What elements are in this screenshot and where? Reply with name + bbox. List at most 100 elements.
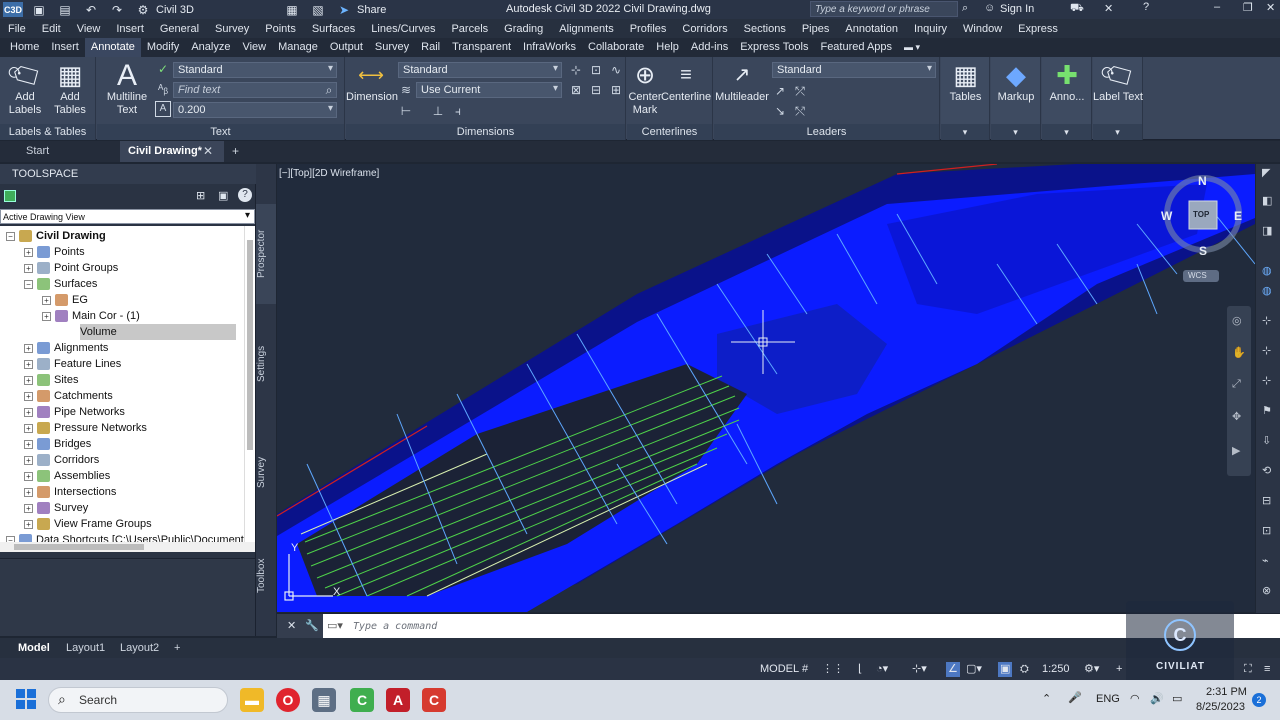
steering-wheel-icon[interactable]: ◎	[1232, 314, 1242, 327]
civil3d-alt-app-icon[interactable]: C	[422, 688, 446, 712]
search-icon[interactable]: ⌕	[962, 2, 968, 15]
tree-horizontal-scrollbar[interactable]	[0, 542, 255, 552]
polar-icon[interactable]: ◔▾	[876, 662, 888, 677]
drawing-viewport[interactable]: [−][Top][2D Wireframe] Y X N S W E TOP W…	[277, 164, 1255, 612]
help-search-input[interactable]: Type a keyword or phrase	[810, 1, 958, 17]
expand-toggle-icon[interactable]: +	[24, 487, 33, 497]
ribbon-tab[interactable]: Output	[324, 38, 369, 57]
ribbon-tab[interactable]: Add-ins	[685, 38, 734, 57]
expand-toggle-icon[interactable]: +	[24, 343, 33, 353]
grid-icon[interactable]: #	[802, 662, 808, 677]
clock-time[interactable]: 2:31 PM	[1206, 686, 1247, 698]
compass-east[interactable]: E	[1234, 209, 1242, 223]
tree-node[interactable]: Volume	[80, 324, 236, 340]
multileader-button[interactable]: ↗ Multileader	[714, 61, 770, 104]
workspace-gear-icon[interactable]: ⚙	[133, 2, 153, 17]
leader-tool-icon[interactable]: ⤱	[792, 83, 808, 99]
microphone-icon[interactable]: 🎤	[1068, 691, 1082, 704]
exchange-icon[interactable]: ✕	[1104, 2, 1113, 15]
menu-item[interactable]: Pipes	[794, 23, 838, 35]
tool-icon[interactable]: ⊹	[1262, 374, 1271, 387]
tool-icon[interactable]: ◤	[1262, 166, 1270, 179]
tool-icon[interactable]: ⇩	[1262, 434, 1271, 447]
expand-toggle-icon[interactable]: +	[24, 471, 33, 481]
snap-icon[interactable]: ⋮⋮	[822, 662, 844, 677]
notification-badge[interactable]: 2	[1252, 693, 1266, 707]
annotation-visibility-icon[interactable]: ⛭	[1020, 662, 1029, 677]
share-button[interactable]: Share	[357, 4, 386, 16]
tree-node[interactable]: − Data Shortcuts [C:\Users\Public\Documen…	[6, 532, 244, 542]
language-indicator[interactable]: ENG	[1096, 693, 1120, 705]
restore-icon[interactable]: ❐	[1243, 1, 1253, 14]
lineweight-icon[interactable]: ▢▾	[966, 662, 982, 677]
expand-toggle-icon[interactable]: +	[42, 295, 51, 305]
tab-toolbox[interactable]: Toolbox	[256, 526, 276, 626]
ribbon-toggle-icon[interactable]: ▬ ▾	[898, 38, 926, 57]
menu-item[interactable]: View	[69, 23, 109, 35]
menu-item[interactable]: Edit	[34, 23, 69, 35]
toolspace-view-select[interactable]: Active Drawing View	[0, 209, 255, 224]
tool-icon[interactable]: ⟲	[1262, 464, 1271, 477]
expand-toggle-icon[interactable]: −	[6, 231, 15, 241]
tool-icon[interactable]: ⊟	[1262, 494, 1271, 507]
layout1-tab[interactable]: Layout1	[58, 640, 113, 657]
ribbon-tab-active[interactable]: Annotate	[84, 38, 141, 57]
tree-node[interactable]: − Civil Drawing	[6, 228, 106, 244]
layout2-tab[interactable]: Layout2	[112, 640, 167, 657]
expand-toggle-icon[interactable]: +	[24, 407, 33, 417]
menu-item[interactable]: Points	[257, 23, 304, 35]
autocad-app-icon[interactable]: A	[386, 688, 410, 712]
ribbon-tab[interactable]: Transparent	[446, 38, 517, 57]
dim-tool-icon[interactable]: ⫞	[450, 103, 466, 119]
ribbon-tab[interactable]: Modify	[141, 38, 185, 57]
calculator-icon[interactable]: ▦	[312, 688, 336, 712]
ribbon-tab[interactable]: Manage	[272, 38, 324, 57]
share-icon[interactable]: ➤	[334, 2, 354, 17]
app-logo-icon[interactable]: C3D	[3, 2, 23, 17]
expand-toggle-icon[interactable]: +	[24, 519, 33, 529]
close-command-icon[interactable]: ✕	[287, 619, 296, 632]
pan-icon[interactable]: ✋	[1232, 346, 1246, 359]
tool-icon[interactable]: ⊹	[1262, 344, 1271, 357]
leader-tool-icon[interactable]: ↘	[772, 103, 788, 119]
model-tab[interactable]: Model	[10, 640, 58, 657]
close-icon[interactable]: ✕	[1266, 1, 1275, 14]
tab-prospector[interactable]: Prospector	[256, 204, 276, 304]
ribbon-tab[interactable]: View	[236, 38, 272, 57]
centerline-button[interactable]: ≡ Centerline	[661, 61, 711, 104]
tree-vertical-scrollbar[interactable]	[244, 226, 255, 542]
workspace-name[interactable]: Civil 3D	[156, 4, 276, 16]
expand-toggle-icon[interactable]: +	[24, 375, 33, 385]
tool-icon[interactable]: ◨	[1262, 224, 1272, 237]
tree-node[interactable]: − Surfaces	[24, 276, 97, 292]
ortho-icon[interactable]: ⌊	[858, 662, 862, 677]
menu-item[interactable]: Sections	[736, 23, 794, 35]
dim-tool-icon[interactable]: ⊟	[588, 82, 604, 98]
menu-item[interactable]: Survey	[207, 23, 257, 35]
tool-icon[interactable]: ◧	[1262, 194, 1272, 207]
expand-toggle-icon[interactable]: −	[24, 279, 33, 289]
compass-south[interactable]: S	[1199, 244, 1207, 258]
expand-toggle-icon[interactable]: +	[24, 423, 33, 433]
text-style-select[interactable]: Standard	[173, 62, 337, 78]
new-layout-plus-icon[interactable]: +	[166, 640, 188, 657]
expand-toggle-icon[interactable]: +	[42, 311, 51, 321]
opera-browser-icon[interactable]: O	[276, 688, 300, 712]
redo-icon[interactable]: ↷	[107, 2, 127, 17]
expand-toggle-icon[interactable]: +	[24, 391, 33, 401]
otrack-icon[interactable]: ∠	[946, 662, 960, 677]
tree-node[interactable]: + Intersections	[24, 484, 116, 500]
menu-item[interactable]: Grading	[496, 23, 551, 35]
expand-arrow-icon[interactable]: ▾	[941, 124, 989, 140]
leader-tool-icon[interactable]: ↗	[772, 83, 788, 99]
add-tables-button[interactable]: ▦ Add Tables	[48, 61, 92, 117]
menu-item[interactable]: Inquiry	[906, 23, 955, 35]
command-input[interactable]: Type a command	[353, 621, 437, 632]
tool-icon[interactable]: ⊹	[1262, 314, 1271, 327]
multiline-text-button[interactable]: A Multiline Text	[101, 60, 153, 117]
file-explorer-icon[interactable]: ▬	[240, 688, 264, 712]
windows-start-icon[interactable]	[16, 689, 36, 709]
dimensions-panel-title[interactable]: Dimensions	[346, 124, 625, 140]
menu-item[interactable]: Corridors	[674, 23, 735, 35]
anno-button[interactable]: ✚ Anno...	[1042, 61, 1092, 104]
